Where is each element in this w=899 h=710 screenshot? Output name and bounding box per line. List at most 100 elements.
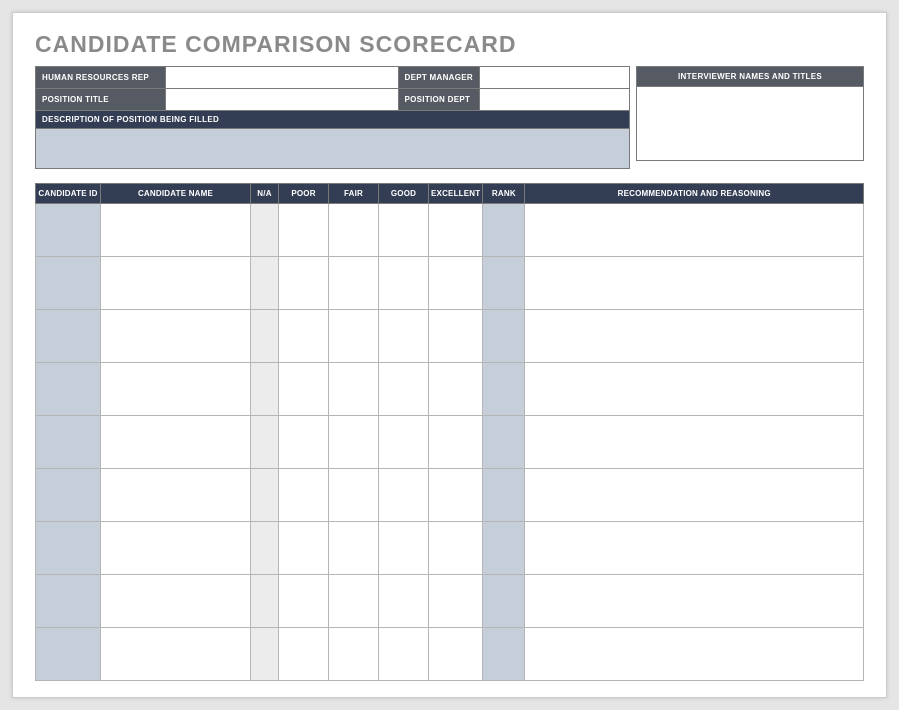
cell-poor[interactable] [279, 204, 329, 257]
cell-na[interactable] [251, 363, 279, 416]
cell-candidate-id[interactable] [36, 257, 101, 310]
cell-poor[interactable] [279, 469, 329, 522]
cell-fair[interactable] [329, 628, 379, 681]
cell-recommendation[interactable] [525, 575, 864, 628]
cell-good[interactable] [379, 257, 429, 310]
cell-candidate-id[interactable] [36, 416, 101, 469]
label-position-title: POSITION TITLE [36, 89, 166, 111]
cell-rank[interactable] [483, 204, 525, 257]
col-header-good: GOOD [379, 184, 429, 204]
cell-fair[interactable] [329, 416, 379, 469]
cell-good[interactable] [379, 628, 429, 681]
cell-rank[interactable] [483, 469, 525, 522]
cell-poor[interactable] [279, 257, 329, 310]
cell-recommendation[interactable] [525, 363, 864, 416]
col-header-excellent: EXCELLENT [429, 184, 483, 204]
cell-fair[interactable] [329, 575, 379, 628]
cell-candidate-id[interactable] [36, 363, 101, 416]
label-hr-rep: HUMAN RESOURCES REP [36, 67, 166, 89]
cell-excellent[interactable] [429, 575, 483, 628]
cell-fair[interactable] [329, 522, 379, 575]
cell-candidate-id[interactable] [36, 522, 101, 575]
cell-rank[interactable] [483, 257, 525, 310]
cell-candidate-name[interactable] [101, 310, 251, 363]
cell-na[interactable] [251, 575, 279, 628]
page-title: CANDIDATE COMPARISON SCORECARD [35, 31, 864, 58]
cell-recommendation[interactable] [525, 257, 864, 310]
cell-candidate-name[interactable] [101, 204, 251, 257]
cell-candidate-id[interactable] [36, 469, 101, 522]
cell-fair[interactable] [329, 257, 379, 310]
cell-candidate-id[interactable] [36, 575, 101, 628]
cell-candidate-name[interactable] [101, 522, 251, 575]
cell-rank[interactable] [483, 628, 525, 681]
cell-na[interactable] [251, 310, 279, 363]
cell-candidate-name[interactable] [101, 363, 251, 416]
cell-na[interactable] [251, 204, 279, 257]
cell-fair[interactable] [329, 204, 379, 257]
cell-fair[interactable] [329, 363, 379, 416]
cell-poor[interactable] [279, 310, 329, 363]
cell-na[interactable] [251, 416, 279, 469]
cell-poor[interactable] [279, 363, 329, 416]
cell-excellent[interactable] [429, 416, 483, 469]
cell-good[interactable] [379, 310, 429, 363]
cell-good[interactable] [379, 204, 429, 257]
cell-poor[interactable] [279, 628, 329, 681]
position-info-table: HUMAN RESOURCES REP DEPT MANAGER POSITIO… [35, 66, 630, 169]
cell-excellent[interactable] [429, 310, 483, 363]
cell-excellent[interactable] [429, 469, 483, 522]
cell-recommendation[interactable] [525, 522, 864, 575]
cell-na[interactable] [251, 469, 279, 522]
col-header-poor: POOR [279, 184, 329, 204]
cell-na[interactable] [251, 257, 279, 310]
col-header-rank: RANK [483, 184, 525, 204]
cell-recommendation[interactable] [525, 310, 864, 363]
cell-fair[interactable] [329, 469, 379, 522]
table-row [36, 575, 864, 628]
cell-na[interactable] [251, 628, 279, 681]
cell-rank[interactable] [483, 575, 525, 628]
cell-poor[interactable] [279, 416, 329, 469]
scorecard-page: CANDIDATE COMPARISON SCORECARD HUMAN RES… [12, 12, 887, 698]
cell-rank[interactable] [483, 363, 525, 416]
cell-rank[interactable] [483, 522, 525, 575]
table-row [36, 628, 864, 681]
cell-recommendation[interactable] [525, 628, 864, 681]
cell-excellent[interactable] [429, 628, 483, 681]
cell-rank[interactable] [483, 416, 525, 469]
table-row [36, 310, 864, 363]
cell-good[interactable] [379, 363, 429, 416]
cell-candidate-name[interactable] [101, 469, 251, 522]
cell-candidate-name[interactable] [101, 257, 251, 310]
cell-candidate-id[interactable] [36, 204, 101, 257]
input-dept-manager[interactable] [480, 67, 630, 89]
cell-excellent[interactable] [429, 363, 483, 416]
input-hr-rep[interactable] [166, 67, 399, 89]
input-description[interactable] [36, 129, 630, 169]
cell-excellent[interactable] [429, 257, 483, 310]
cell-recommendation[interactable] [525, 469, 864, 522]
cell-good[interactable] [379, 522, 429, 575]
input-position-dept[interactable] [480, 89, 630, 111]
cell-recommendation[interactable] [525, 416, 864, 469]
cell-fair[interactable] [329, 310, 379, 363]
cell-good[interactable] [379, 469, 429, 522]
cell-candidate-id[interactable] [36, 628, 101, 681]
cell-good[interactable] [379, 575, 429, 628]
cell-recommendation[interactable] [525, 204, 864, 257]
cell-rank[interactable] [483, 310, 525, 363]
cell-poor[interactable] [279, 575, 329, 628]
cell-candidate-id[interactable] [36, 310, 101, 363]
input-interviewer[interactable] [637, 87, 864, 161]
cell-poor[interactable] [279, 522, 329, 575]
cell-candidate-name[interactable] [101, 416, 251, 469]
cell-candidate-name[interactable] [101, 628, 251, 681]
cell-excellent[interactable] [429, 522, 483, 575]
cell-excellent[interactable] [429, 204, 483, 257]
cell-good[interactable] [379, 416, 429, 469]
cell-na[interactable] [251, 522, 279, 575]
input-position-title[interactable] [166, 89, 399, 111]
position-info-block: HUMAN RESOURCES REP DEPT MANAGER POSITIO… [35, 66, 630, 169]
cell-candidate-name[interactable] [101, 575, 251, 628]
